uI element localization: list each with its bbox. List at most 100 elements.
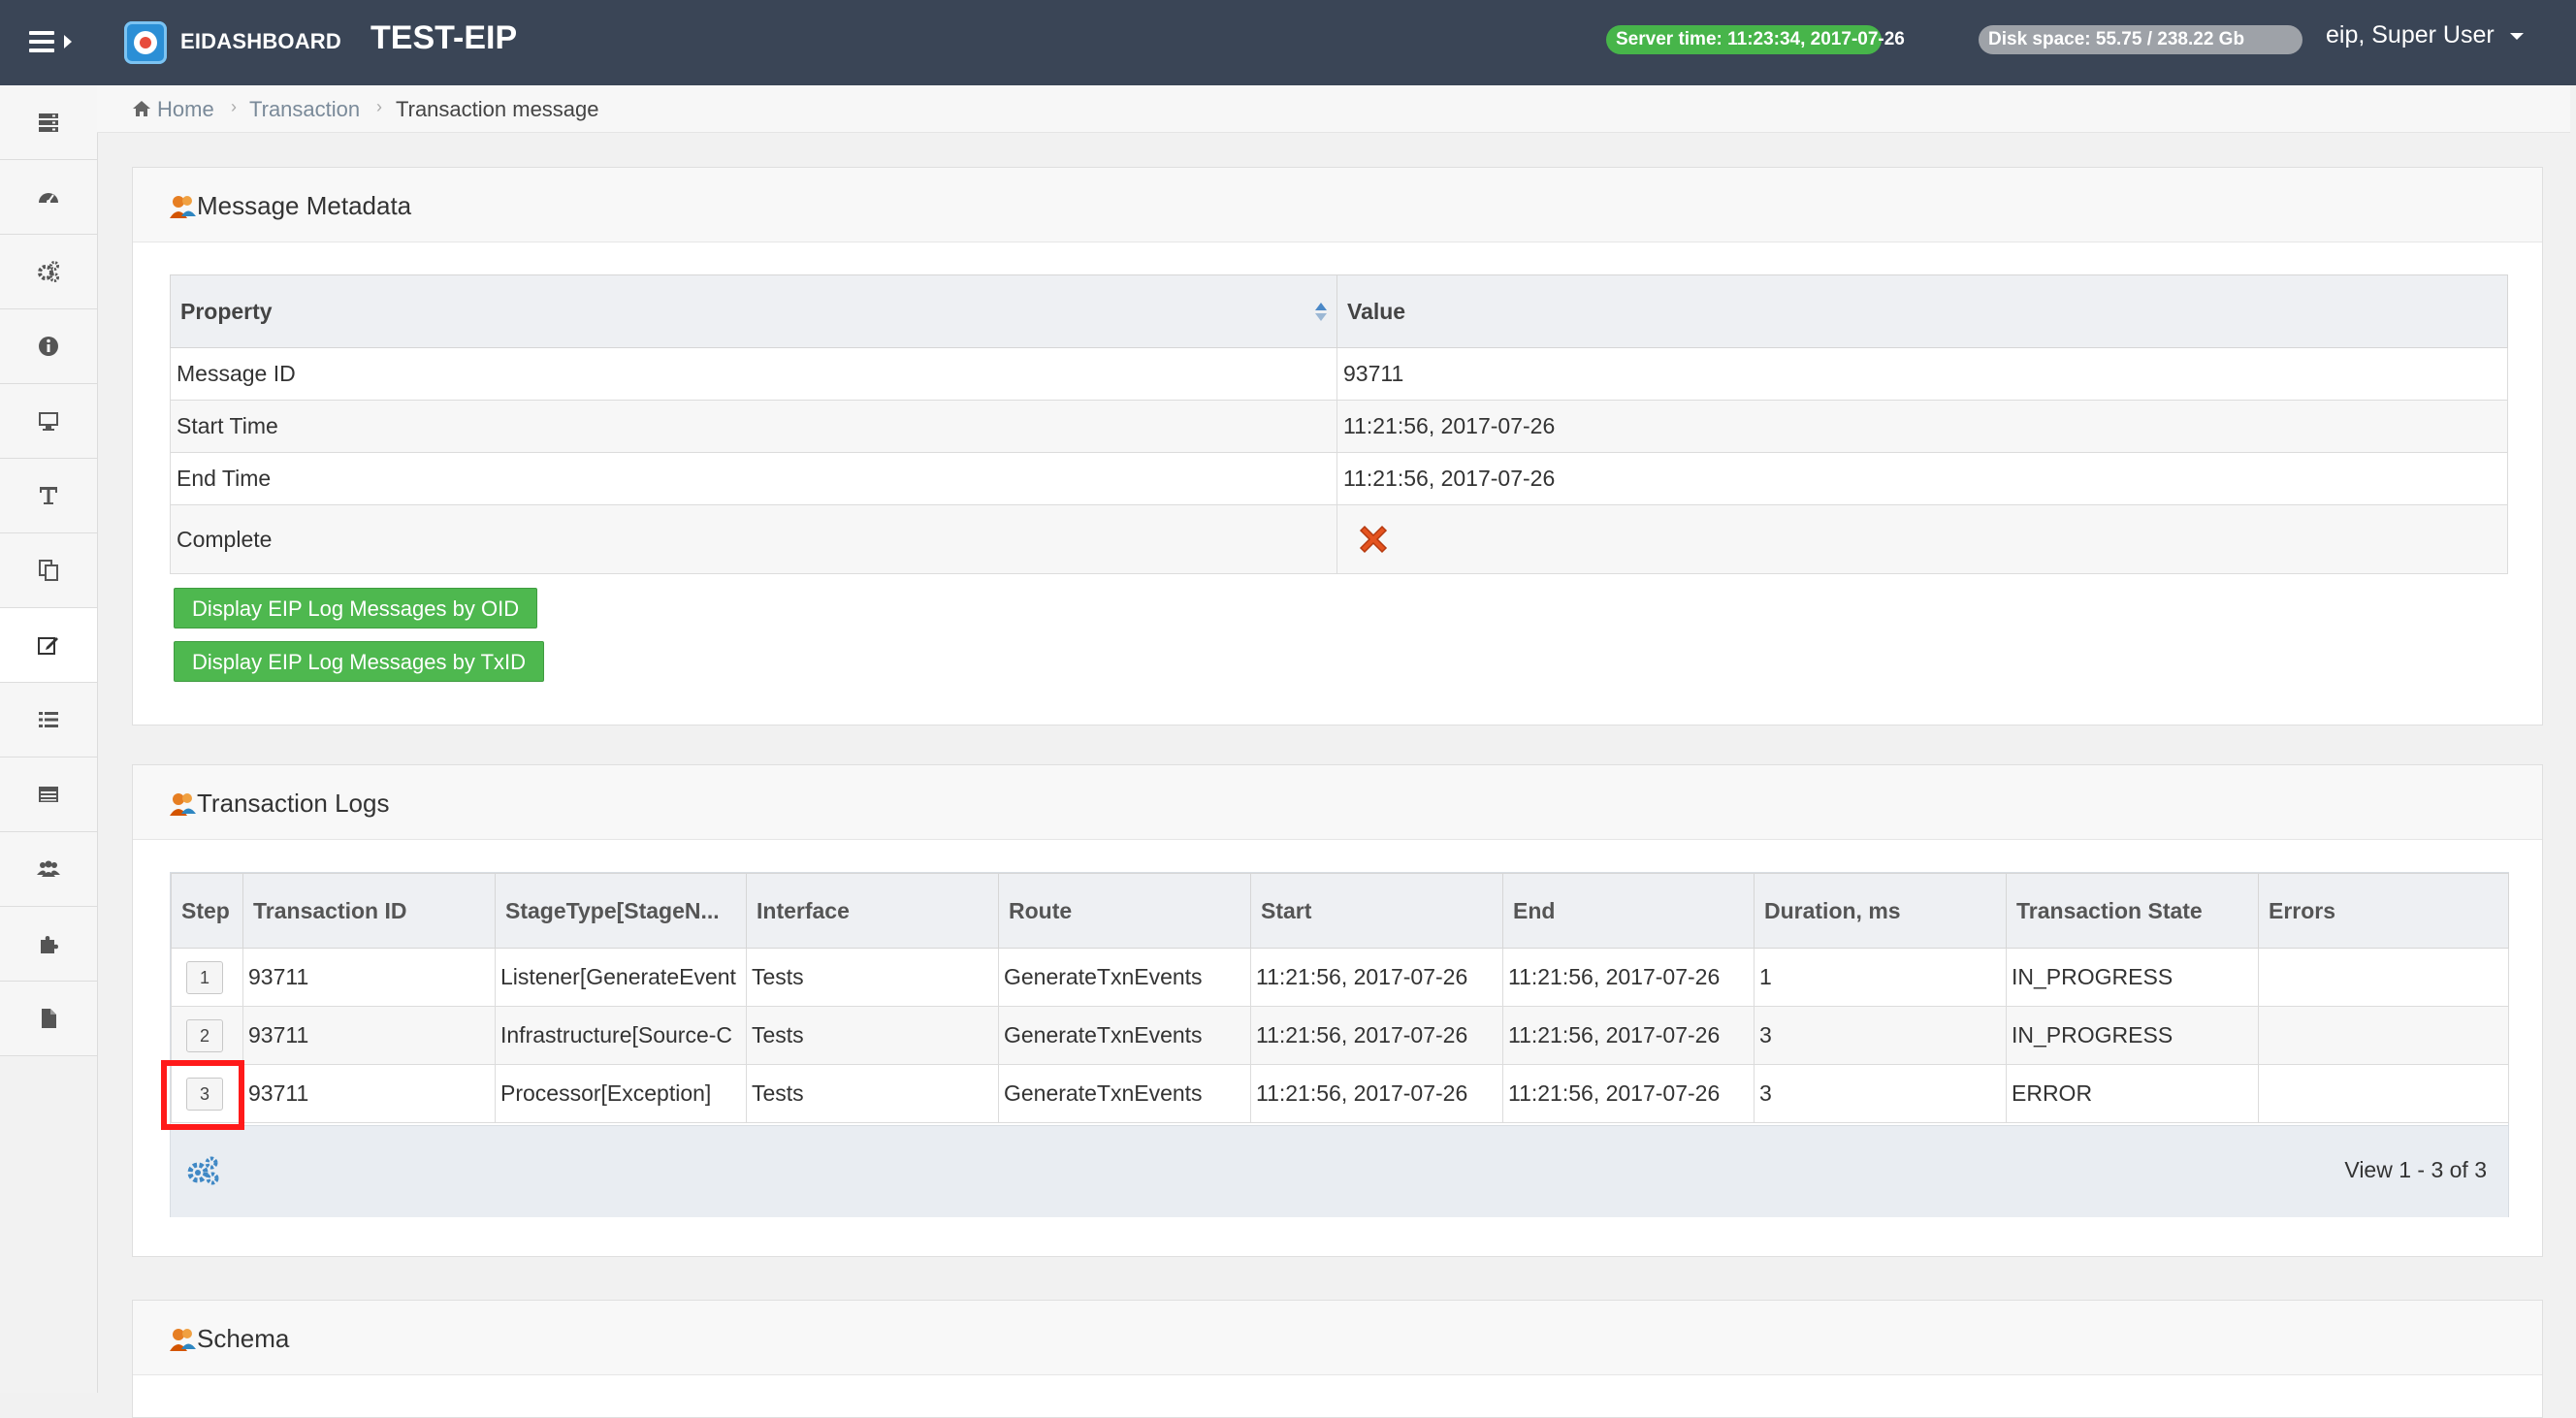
column-header-step[interactable]: Step [171,873,243,949]
breadcrumb-separator-icon: › [376,97,382,116]
duration-cell: 3 [1754,1064,2007,1123]
panel-header: Schema [133,1301,2542,1375]
step-cell: 1 [171,948,243,1007]
gears-icon [38,261,59,282]
users-icon [37,860,60,877]
user-menu[interactable]: eip, Super User [2326,21,2524,49]
sidebar-item-documents[interactable] [0,982,97,1056]
breadcrumb-home-link[interactable]: Home [157,97,214,122]
state-cell: ERROR [2006,1064,2259,1123]
sidebar-item-edit[interactable] [0,608,97,683]
start-cell: 11:21:56, 2017-07-26 [1250,1064,1503,1123]
column-header-transaction-id[interactable]: Transaction ID [242,873,496,949]
transaction-id-cell: 93711 [242,1006,496,1065]
state-cell: IN_PROGRESS [2006,1006,2259,1065]
end-cell: 11:21:56, 2017-07-26 [1502,1006,1755,1065]
panel-header: Transaction Logs [133,765,2542,840]
sidebar-item-configuration[interactable] [0,235,97,309]
column-header-end[interactable]: End [1502,873,1755,949]
metadata-table: Property Value Message ID 93711 Start Ti… [170,274,2508,574]
brand-logo-icon[interactable] [124,21,167,64]
transaction-logs-panel: Transaction Logs Step Transaction ID Sta… [132,764,2543,1257]
sidebar [0,85,98,1393]
column-header-value[interactable]: Value [1336,274,2508,348]
end-cell: 11:21:56, 2017-07-26 [1502,1064,1755,1123]
interface-cell: Tests [746,948,999,1007]
panel-title: Message Metadata [197,191,412,220]
environment-title: TEST-EIP [370,19,518,56]
column-header-errors[interactable]: Errors [2258,873,2509,949]
table-row[interactable]: 2 93711 Infrastructure[Source-C Tests Ge… [171,1006,2509,1065]
value-cell [1336,504,2508,574]
sidebar-item-list[interactable] [0,683,97,757]
table-row[interactable]: 1 93711 Listener[GenerateEvent Tests Gen… [171,948,2509,1007]
sort-icon[interactable] [1315,302,1327,322]
errors-cell [2258,1006,2509,1065]
table-row: End Time 11:21:56, 2017-07-26 [170,452,2508,505]
sidebar-item-servers[interactable] [0,85,97,160]
sidebar-item-copy[interactable] [0,533,97,608]
table-row: Complete [170,504,2508,574]
pagination-info: View 1 - 3 of 3 [2344,1157,2487,1182]
transaction-id-cell: 93711 [242,1064,496,1123]
column-header-property[interactable]: Property [170,274,1337,348]
display-logs-by-oid-button[interactable]: Display EIP Log Messages by OID [174,588,538,628]
panel-title: Transaction Logs [197,789,390,818]
stage-type-cell: Processor[Exception] [495,1064,747,1123]
column-header-interface[interactable]: Interface [746,873,999,949]
step-button[interactable]: 2 [186,1018,223,1052]
info-icon [39,337,58,356]
users-colored-icon [170,793,196,816]
panel-title: Schema [197,1324,290,1353]
step-3-highlight-annotation [161,1060,244,1130]
sidebar-item-users[interactable] [0,832,97,907]
step-button[interactable]: 1 [186,960,223,994]
property-cell: Complete [170,504,1337,574]
text-icon [40,487,57,504]
table-row: Message ID 93711 [170,347,2508,401]
sidebar-item-plugins[interactable] [0,907,97,982]
end-cell: 11:21:56, 2017-07-26 [1502,948,1755,1007]
route-cell: GenerateTxnEvents [998,948,1251,1007]
users-colored-icon [170,1329,196,1351]
sidebar-item-dashboard[interactable] [0,160,97,235]
brand-name[interactable]: EIDASHBOARD [180,29,341,54]
duration-cell: 1 [1754,948,2007,1007]
column-header-stage-type[interactable]: StageType[StageN... [495,873,747,949]
table-row[interactable]: 3 93711 Processor[Exception] Tests Gener… [171,1064,2509,1123]
monitor-icon [39,412,58,431]
interface-cell: Tests [746,1006,999,1065]
transaction-id-cell: 93711 [242,948,496,1007]
interface-cell: Tests [746,1064,999,1123]
sidebar-item-table[interactable] [0,757,97,832]
property-cell: Message ID [170,347,1337,401]
display-logs-by-txid-button[interactable]: Display EIP Log Messages by TxID [174,641,545,682]
dashboard-icon [39,193,58,204]
transaction-logs-grid: Step Transaction ID StageType[StageN... … [170,872,2509,1217]
column-header-route[interactable]: Route [998,873,1251,949]
column-header-duration[interactable]: Duration, ms [1754,873,2007,949]
breadcrumb-current: Transaction message [396,97,599,121]
value-cell: 93711 [1336,347,2508,401]
value-cell: 11:21:56, 2017-07-26 [1336,452,2508,505]
sidebar-item-monitor[interactable] [0,384,97,459]
users-colored-icon [170,196,196,218]
breadcrumb-transaction-link[interactable]: Transaction [249,97,360,122]
breadcrumb: Home › Transaction › Transaction message [97,85,2570,133]
grid-footer: View 1 - 3 of 3 [171,1125,2508,1217]
menu-toggle-icon[interactable] [29,25,78,60]
stage-type-cell: Infrastructure[Source-C [495,1006,747,1065]
sidebar-item-info[interactable] [0,309,97,384]
sidebar-item-text[interactable] [0,459,97,533]
errors-cell [2258,1064,2509,1123]
gears-settings-icon[interactable] [186,1155,219,1186]
column-header-start[interactable]: Start [1250,873,1503,949]
file-icon [42,1009,56,1028]
red-x-icon [1359,525,1388,554]
panel-header: Message Metadata [133,168,2542,242]
table-icon [39,787,58,802]
copy-icon [39,560,58,581]
edit-icon [38,637,58,655]
home-icon [133,101,150,116]
column-header-transaction-state[interactable]: Transaction State [2006,873,2259,949]
